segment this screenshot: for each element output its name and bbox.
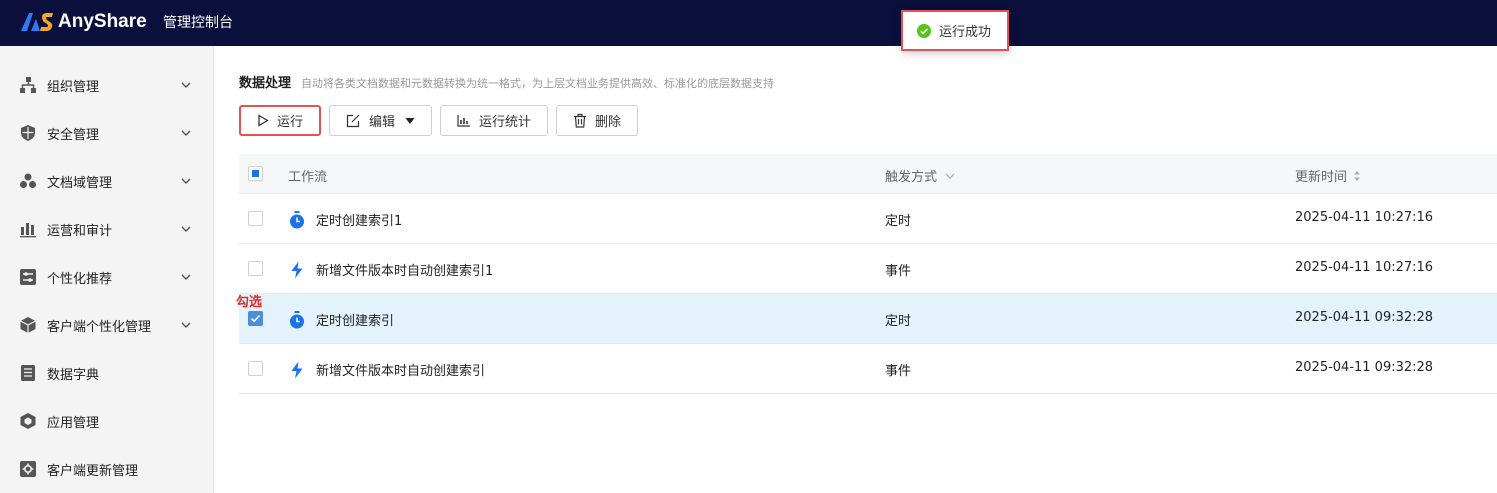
- column-header-updated[interactable]: 更新时间: [1295, 166, 1361, 185]
- column-header-workflow: 工作流: [288, 170, 328, 185]
- sidebar-item-org[interactable]: 组织管理: [0, 65, 214, 105]
- chevron-down-icon: [181, 274, 191, 280]
- timer-icon: [290, 210, 304, 228]
- gear-icon: [19, 460, 37, 478]
- delete-button[interactable]: 删除: [556, 105, 638, 136]
- table-row[interactable]: 新增文件版本时自动创建索引1 事件 2025-04-11 10:27:16: [239, 244, 1497, 294]
- row-checkbox[interactable]: [248, 361, 263, 376]
- app-icon: [19, 412, 37, 430]
- delete-button-label: 删除: [594, 115, 621, 130]
- page-title: 数据处理: [239, 76, 292, 91]
- org-icon: [19, 76, 37, 94]
- toast-message: 运行成功: [939, 25, 992, 40]
- console-title: 管理控制台: [163, 15, 233, 31]
- sidebar-item-security[interactable]: 安全管理: [0, 113, 214, 153]
- chevron-down-icon: [181, 82, 191, 88]
- brand-name: AnyShare: [58, 11, 147, 32]
- chevron-down-icon: [181, 130, 191, 136]
- edit-button[interactable]: 编辑: [329, 105, 432, 136]
- chevron-down-icon: [181, 226, 191, 232]
- sidebar-item-doc-domain[interactable]: 文档域管理: [0, 161, 214, 201]
- sort-icon: [1354, 170, 1361, 181]
- sidebar-item-audit[interactable]: 运营和审计: [0, 209, 214, 249]
- updated-time-cell: 2025-04-11 10:27:16: [1295, 210, 1434, 225]
- sidebar-item-label: 文档域管理: [47, 175, 113, 191]
- cube-icon: [19, 316, 37, 334]
- timer-icon: [290, 310, 304, 328]
- workflow-name-cell: 定时创建索引: [288, 310, 394, 329]
- workflow-name-cell: 新增文件版本时自动创建索引1: [288, 260, 493, 279]
- sidebar-item-apps[interactable]: 应用管理: [0, 401, 214, 441]
- sidebar-item-label: 安全管理: [47, 127, 100, 143]
- sidebar-item-dictionary[interactable]: 数据字典: [0, 353, 214, 393]
- dictionary-icon: [19, 364, 37, 382]
- table-row[interactable]: 新增文件版本时自动创建索引 事件 2025-04-11 09:32:28: [239, 344, 1497, 394]
- shield-icon: [19, 124, 37, 142]
- stats-icon: [457, 115, 470, 127]
- sidebar-item-client-update[interactable]: 客户端更新管理: [0, 449, 214, 489]
- workflow-name[interactable]: 定时创建索引1: [316, 210, 402, 229]
- column-header-trigger-label: 触发方式: [885, 170, 938, 185]
- sidebar-item-label: 个性化推荐: [47, 271, 113, 287]
- trash-icon: [573, 113, 586, 128]
- page-description: 自动将各类文档数据和元数据转换为统一格式，为上层文档业务提供高效、标准化的底层数…: [301, 77, 775, 90]
- workflow-name-cell: 定时创建索引1: [288, 210, 402, 229]
- select-all-checkbox[interactable]: [248, 166, 263, 181]
- trigger-cell: 事件: [885, 264, 912, 279]
- sidebar-item-label: 运营和审计: [47, 223, 113, 239]
- edit-button-label: 编辑: [368, 115, 395, 130]
- page-header: 数据处理 自动将各类文档数据和元数据转换为统一格式，为上层文档业务提供高效、标准…: [239, 72, 774, 91]
- workflow-name[interactable]: 新增文件版本时自动创建索引1: [316, 260, 493, 279]
- anyshare-logo-icon: [21, 13, 53, 31]
- sidebar-item-label: 组织管理: [47, 79, 100, 95]
- row-checkbox[interactable]: [248, 211, 263, 226]
- trigger-cell: 事件: [885, 364, 912, 379]
- trigger-cell: 定时: [885, 214, 912, 229]
- sidebar-item-label: 数据字典: [47, 367, 100, 383]
- bar-chart-icon: [19, 220, 37, 238]
- updated-time-cell: 2025-04-11 10:27:16: [1295, 260, 1434, 275]
- anyshare-logo[interactable]: AnyShare: [20, 8, 147, 36]
- filter-chevron-icon: [945, 173, 955, 179]
- lightning-icon: [291, 361, 303, 378]
- checkmark-icon: [250, 314, 261, 323]
- run-button-label: 运行: [276, 115, 303, 130]
- edit-icon: [346, 114, 360, 127]
- workflow-name[interactable]: 新增文件版本时自动创建索引: [316, 360, 485, 379]
- row-checkbox[interactable]: [248, 261, 263, 276]
- table-header: 工作流 触发方式 更新时间: [239, 154, 1497, 194]
- run-stats-button-label: 运行统计: [478, 115, 531, 130]
- updated-time-cell: 2025-04-11 09:32:28: [1295, 360, 1434, 375]
- doc-domain-icon: [19, 172, 37, 190]
- workflow-name[interactable]: 定时创建索引: [316, 310, 394, 329]
- run-stats-button[interactable]: 运行统计: [440, 105, 548, 136]
- sidebar-item-label: 客户端更新管理: [47, 463, 139, 479]
- caret-down-icon: [405, 117, 415, 124]
- sidebar-item-recommend[interactable]: 个性化推荐: [0, 257, 214, 297]
- success-toast: 运行成功: [901, 10, 1009, 51]
- workflow-name-cell: 新增文件版本时自动创建索引: [288, 360, 485, 379]
- sidebar: 组织管理 安全管理 文档域管理 运营和审计 个性化推荐 客户端个性化管理 数据字…: [0, 46, 214, 493]
- column-header-trigger[interactable]: 触发方式: [885, 166, 955, 185]
- column-header-updated-label: 更新时间: [1295, 170, 1348, 185]
- table-row[interactable]: 定时创建索引 定时 2025-04-11 09:32:28: [239, 294, 1497, 344]
- row-checkbox[interactable]: [248, 311, 263, 326]
- success-check-icon: [917, 23, 931, 38]
- top-bar: AnyShare 管理控制台: [0, 0, 1497, 46]
- play-icon: [258, 114, 269, 127]
- main-content: 数据处理 自动将各类文档数据和元数据转换为统一格式，为上层文档业务提供高效、标准…: [215, 46, 1497, 493]
- lightning-icon: [291, 261, 303, 278]
- sidebar-item-label: 应用管理: [47, 415, 100, 431]
- recommend-icon: [19, 268, 37, 286]
- chevron-down-icon: [181, 322, 191, 328]
- annotation-label: 勾选: [236, 295, 263, 310]
- sidebar-item-label: 客户端个性化管理: [47, 319, 152, 335]
- updated-time-cell: 2025-04-11 09:32:28: [1295, 310, 1434, 325]
- table-row[interactable]: 定时创建索引1 定时 2025-04-11 10:27:16: [239, 194, 1497, 244]
- trigger-cell: 定时: [885, 314, 912, 329]
- run-button[interactable]: 运行: [239, 105, 321, 136]
- sidebar-item-client-custom[interactable]: 客户端个性化管理: [0, 305, 214, 345]
- chevron-down-icon: [181, 178, 191, 184]
